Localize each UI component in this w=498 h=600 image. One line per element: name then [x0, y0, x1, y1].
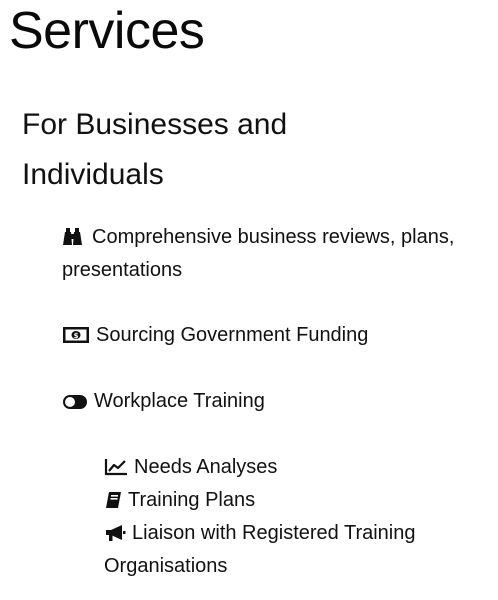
- service-item-workplace-training: Workplace Training: [62, 385, 462, 418]
- service-item-business-reviews: Comprehensive business reviews, plans, p…: [62, 221, 462, 287]
- binoculars-icon: [62, 228, 86, 246]
- service-label: Sourcing Government Funding: [96, 324, 369, 346]
- training-item-label: Liaison with Registered Training Organis…: [104, 522, 416, 577]
- training-item-training-plans: Training Plans: [104, 484, 434, 517]
- service-label: Workplace Training: [94, 390, 265, 412]
- training-item-liaison: Liaison with Registered Training Organis…: [104, 517, 434, 583]
- service-label: Comprehensive business reviews, plans, p…: [62, 226, 455, 281]
- section-heading: For Businesses and Individuals: [22, 108, 288, 191]
- bullhorn-icon: [104, 524, 126, 542]
- money-bill-icon: $: [62, 326, 90, 344]
- svg-text:$: $: [74, 332, 79, 340]
- training-item-label: Training Plans: [128, 489, 256, 511]
- service-item-government-funding: $ Sourcing Government Funding: [62, 319, 462, 352]
- toggle-icon: [62, 394, 88, 410]
- training-item-needs-analyses: Needs Analyses: [104, 451, 434, 484]
- line-chart-icon: [104, 458, 128, 476]
- book-icon: [104, 491, 122, 509]
- page-title: Services: [9, 2, 205, 60]
- training-item-label: Needs Analyses: [134, 456, 278, 478]
